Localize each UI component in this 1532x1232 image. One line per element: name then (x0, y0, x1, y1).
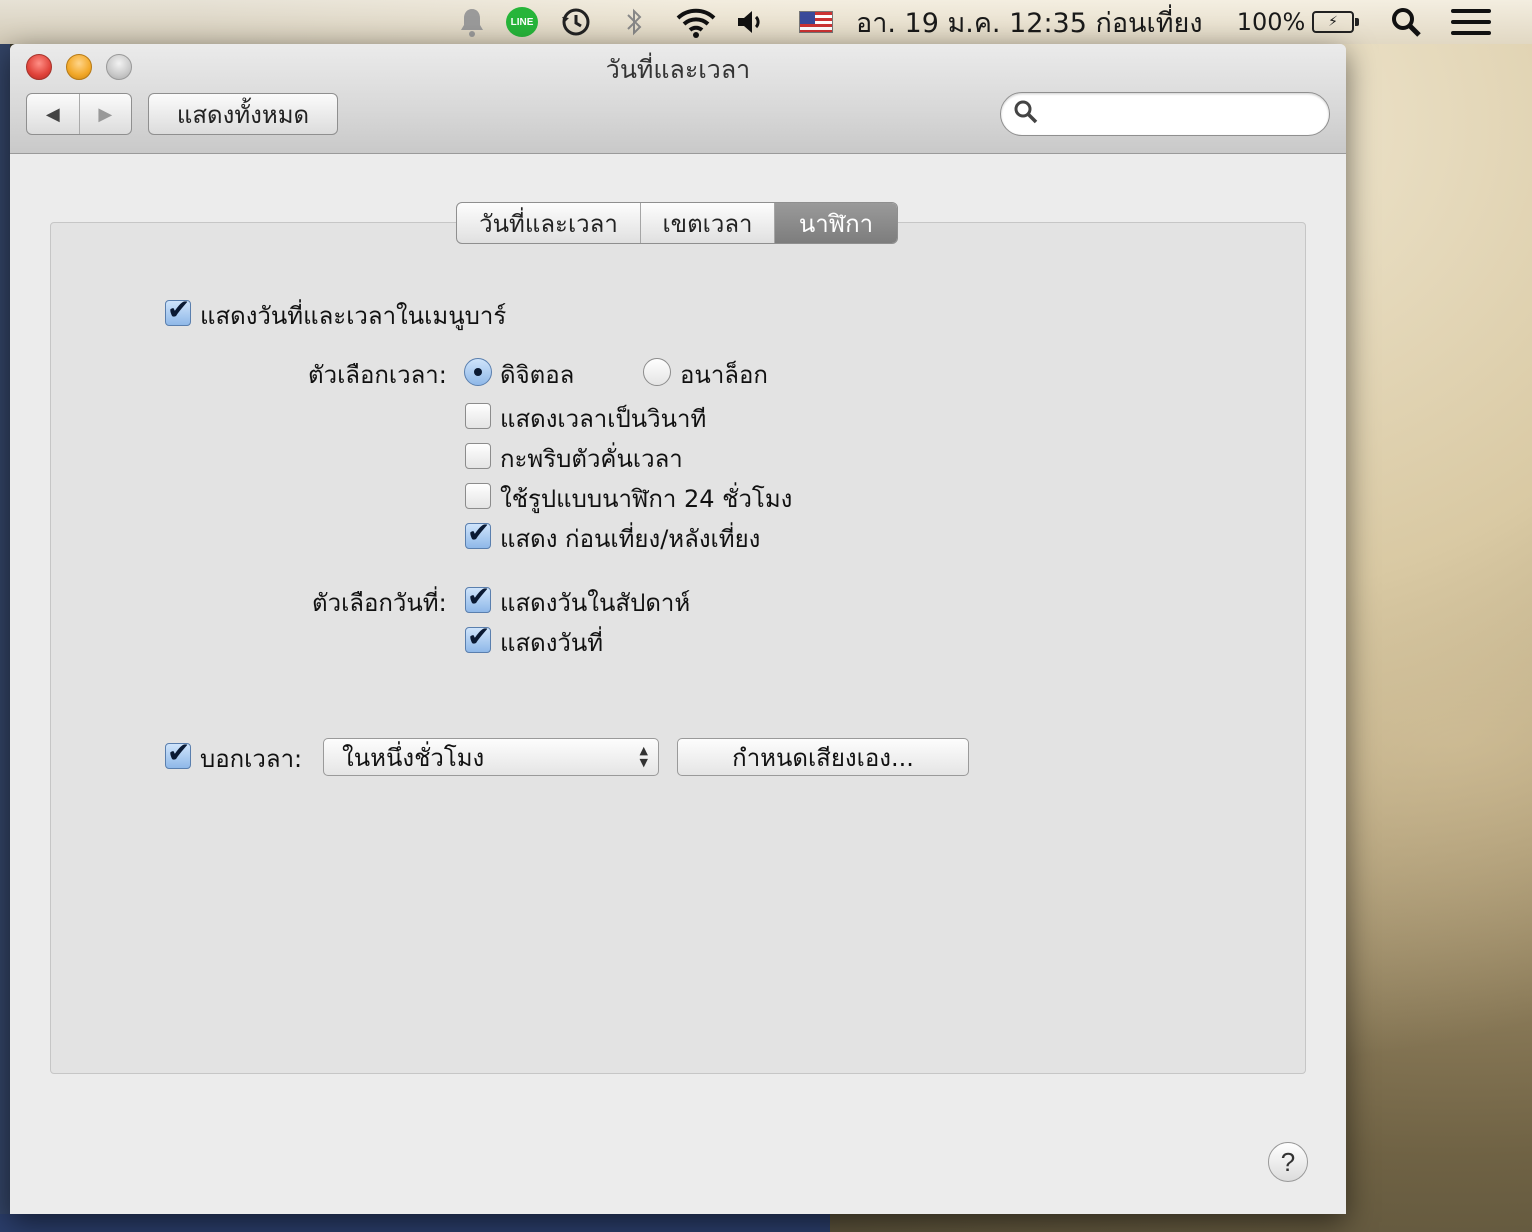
announce-time-checkbox[interactable] (165, 736, 191, 769)
help-button[interactable]: ? (1268, 1142, 1308, 1182)
announce-interval-value: ในหนึ่งชั่วโมง (342, 743, 485, 772)
show-date-label: แสดงวันที่ (500, 629, 604, 657)
line-label: LINE (506, 7, 538, 37)
window-title: วันที่และเวลา (605, 55, 751, 84)
digital-radio[interactable] (464, 358, 492, 386)
window-toolbar: วันที่และเวลา ◀ ▶ แสดงทั้งหมด (10, 44, 1346, 154)
show-date-checkbox[interactable] (465, 620, 491, 653)
notification-bell-icon[interactable] (456, 0, 488, 44)
search-input[interactable] (1047, 101, 1329, 127)
bluetooth-icon[interactable] (622, 0, 646, 44)
tab-time-zone[interactable]: เขตเวลา (641, 203, 775, 243)
use-24-hour-label: ใช้รูปแบบนาฬิกา 24 ชั่วโมง (500, 485, 793, 513)
show-day-of-week-label: แสดงวันในสัปดาห์ (500, 589, 691, 617)
input-source-flag-icon[interactable] (798, 0, 834, 44)
use-24-hour-checkbox[interactable] (465, 483, 491, 509)
preferences-window: วันที่และเวลา ◀ ▶ แสดงทั้งหมด วันที่และเ… (10, 44, 1346, 1214)
wifi-icon[interactable] (673, 0, 719, 44)
date-options-label: ตัวเลือกวันที่: (312, 589, 447, 617)
show-in-menubar-label: แสดงวันที่และเวลาในเมนูบาร์ (200, 302, 507, 330)
time-options-label: ตัวเลือกเวลา: (308, 361, 447, 389)
analog-radio[interactable] (643, 358, 671, 386)
show-seconds-label: แสดงเวลาเป็นวินาที (500, 405, 707, 433)
menu-bar: LINE อา. 19 ม.ค. 12:35 ก่อนเที่ยง 100% ⚡ (0, 0, 1532, 44)
battery-charging-icon[interactable]: ⚡ (1308, 0, 1359, 44)
search-field[interactable] (1000, 92, 1330, 136)
tab-content-panel (50, 222, 1306, 1074)
battery-percent[interactable]: 100% (1237, 0, 1306, 44)
back-button[interactable]: ◀ (27, 94, 80, 134)
show-day-of-week-checkbox[interactable] (465, 580, 491, 613)
search-icon (1013, 99, 1039, 129)
announce-interval-select[interactable]: ในหนึ่งชั่วโมง ▲ ▼ (323, 738, 659, 776)
volume-icon[interactable] (734, 0, 770, 44)
tab-date-time[interactable]: วันที่และเวลา (457, 203, 641, 243)
time-machine-icon[interactable] (558, 0, 594, 44)
spotlight-search-icon[interactable] (1386, 0, 1426, 44)
show-ampm-checkbox[interactable] (465, 516, 491, 549)
show-seconds-checkbox[interactable] (465, 403, 491, 429)
dock-edge (0, 1214, 830, 1232)
background-window-edge (0, 44, 10, 1232)
flash-separators-label: กะพริบตัวคั่นเวลา (500, 445, 683, 473)
flash-separators-checkbox[interactable] (465, 443, 491, 469)
back-forward-control: ◀ ▶ (26, 93, 132, 135)
up-down-arrows-icon: ▲ ▼ (639, 744, 648, 769)
customize-voice-button[interactable]: กำหนดเสียงเอง... (677, 738, 969, 776)
analog-label: อนาล็อก (680, 361, 768, 389)
show-all-button[interactable]: แสดงทั้งหมด (148, 93, 338, 135)
notification-center-icon[interactable] (1446, 0, 1496, 44)
show-ampm-label: แสดง ก่อนเที่ยง/หลังเที่ยง (500, 525, 761, 553)
menubar-clock[interactable]: อา. 19 ม.ค. 12:35 ก่อนเที่ยง (856, 0, 1218, 44)
announce-time-label: บอกเวลา: (200, 745, 303, 773)
tab-clock[interactable]: นาฬิกา (775, 203, 897, 243)
forward-button[interactable]: ▶ (80, 94, 132, 134)
line-app-icon[interactable]: LINE (505, 0, 539, 44)
show-in-menubar-checkbox[interactable] (165, 293, 191, 326)
digital-label: ดิจิตอล (500, 361, 575, 389)
tab-bar: วันที่และเวลา เขตเวลา นาฬิกา (456, 202, 898, 244)
